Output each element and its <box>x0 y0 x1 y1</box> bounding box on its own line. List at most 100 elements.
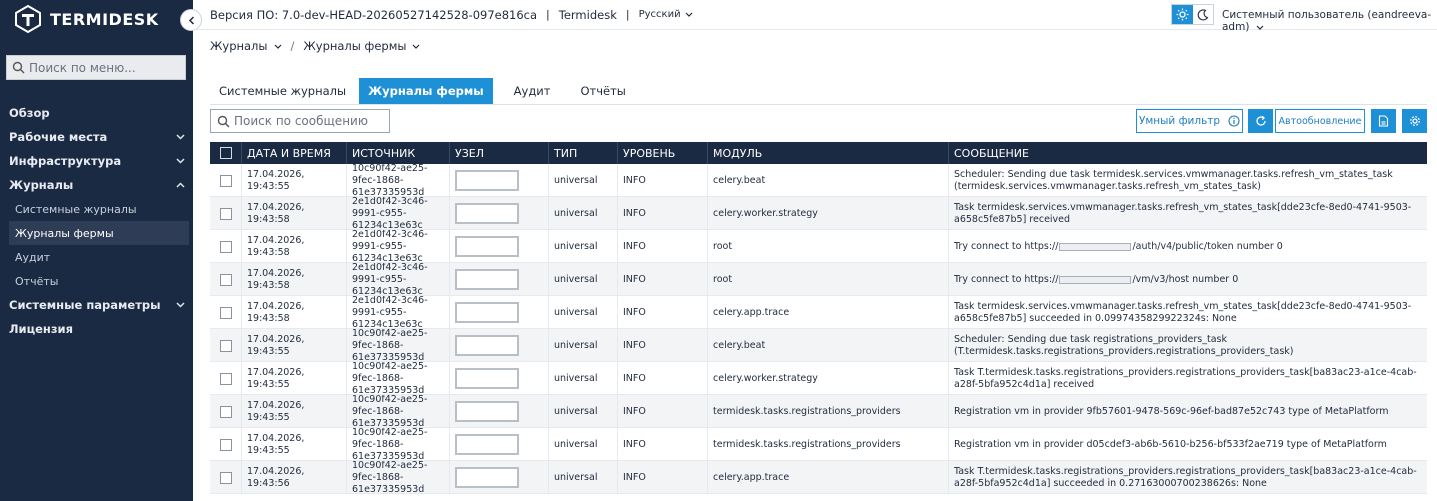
table-header: ДАТА И ВРЕМЯ ИСТОЧНИК УЗЕЛ ТИП УРОВЕНЬ М… <box>210 142 1427 164</box>
message-search-input[interactable] <box>234 114 384 128</box>
moon-icon <box>1197 8 1209 20</box>
cell-node <box>450 461 549 494</box>
chevron-left-icon <box>188 15 194 25</box>
sidebar-item-label: Лицензия <box>9 322 74 336</box>
breadcrumb-farm-logs[interactable]: Журналы фермы <box>303 39 420 53</box>
sidebar-subitem-label: Системные журналы <box>15 202 137 216</box>
select-all-checkbox[interactable] <box>219 147 232 159</box>
cell-module: celery.app.trace <box>708 296 949 329</box>
table-row[interactable]: 17.04.2026, 19:43:58 2e1d0f42-3c46-9991-… <box>210 263 1427 296</box>
sidebar-item-logs[interactable]: Журналы <box>0 173 193 197</box>
row-checkbox[interactable] <box>219 306 232 319</box>
sidebar-subitem-farm-logs[interactable]: Журналы фермы <box>9 221 189 245</box>
cell-source: 10c90f42-ae25-9fec-1868-61e37335953d <box>347 329 450 362</box>
cell-node <box>450 263 549 296</box>
logo-text: TERMIDESK <box>50 9 159 29</box>
row-checkbox[interactable] <box>219 240 232 253</box>
product-name: Termidesk <box>558 7 617 22</box>
cell-type: universal <box>549 461 618 494</box>
menu-search[interactable] <box>6 55 186 80</box>
tab-farm-logs[interactable]: Журналы фермы <box>359 78 493 104</box>
column-header-module[interactable]: МОДУЛЬ <box>708 142 949 164</box>
tab-system-logs[interactable]: Системные журналы <box>210 78 355 104</box>
cell-message: Registration vm in provider 9fb57601-947… <box>954 405 1389 417</box>
smart-filter-button[interactable]: Умный фильтр <box>1136 109 1243 133</box>
cell-message: Try connect to https:// /vm/v3/host numb… <box>949 263 1427 296</box>
auto-refresh-button[interactable]: Автообновление <box>1275 109 1365 133</box>
cell-level: INFO <box>618 164 708 197</box>
breadcrumb-logs[interactable]: Журналы <box>210 39 282 53</box>
sidebar-item-overview[interactable]: Обзор <box>0 101 193 125</box>
divider: | <box>546 8 550 21</box>
dark-theme-button[interactable] <box>1193 5 1214 24</box>
column-header-node[interactable]: УЗЕЛ <box>450 142 549 164</box>
column-header-type[interactable]: ТИП <box>549 142 618 164</box>
settings-icon <box>1409 116 1420 126</box>
tab-audit[interactable]: Аудит <box>505 78 560 104</box>
message-search[interactable] <box>210 109 390 133</box>
cell-type: universal <box>549 197 618 230</box>
table-row[interactable]: 17.04.2026, 19:43:55 10c90f42-ae25-9fec-… <box>210 329 1427 362</box>
cell-level: INFO <box>618 362 708 395</box>
top-bar: Версия ПО: 7.0-dev-HEAD-20260527142528-0… <box>193 0 1437 33</box>
logo[interactable]: TERMIDESK <box>14 5 159 33</box>
sidebar-subitem-system-logs[interactable]: Системные журналы <box>9 197 189 221</box>
table-row[interactable]: 17.04.2026, 19:43:55 10c90f42-ae25-9fec-… <box>210 164 1427 197</box>
table-row[interactable]: 17.04.2026, 19:43:55 10c90f42-ae25-9fec-… <box>210 428 1427 461</box>
cell-level: INFO <box>618 263 708 296</box>
table-row[interactable]: 17.04.2026, 19:43:58 2e1d0f42-3c46-9991-… <box>210 197 1427 230</box>
sidebar-subitem-audit[interactable]: Аудит <box>9 245 189 269</box>
cell-node <box>450 428 549 461</box>
cell-type: universal <box>549 164 618 197</box>
table-row[interactable]: 17.04.2026, 19:43:55 10c90f42-ae25-9fec-… <box>210 395 1427 428</box>
column-header-source[interactable]: ИСТОЧНИК <box>347 142 450 164</box>
sidebar-item-label: Обзор <box>9 106 50 120</box>
export-button[interactable] <box>1371 109 1396 133</box>
chevron-down-icon <box>176 134 185 140</box>
cell-module: celery.app.trace <box>708 461 949 494</box>
language-select[interactable]: Русский <box>639 9 693 20</box>
cell-datetime: 17.04.2026, 19:43:55 <box>242 395 347 428</box>
chevron-down-icon <box>176 302 185 308</box>
table-row[interactable]: 17.04.2026, 19:43:58 2e1d0f42-3c46-9991-… <box>210 296 1427 329</box>
row-checkbox[interactable] <box>219 438 232 451</box>
theme-switch <box>1171 4 1214 25</box>
row-checkbox[interactable] <box>219 207 232 220</box>
cell-message: Scheduler: Sending due task termidesk.se… <box>954 168 1393 192</box>
sidebar-item-infrastructure[interactable]: Инфраструктура <box>0 149 193 173</box>
cell-source: 2e1d0f42-3c46-9991-c955-61234c13e63c <box>347 296 450 329</box>
row-checkbox[interactable] <box>219 174 232 187</box>
column-header-message[interactable]: СООБЩЕНИЕ <box>949 142 1427 164</box>
row-checkbox[interactable] <box>219 405 232 418</box>
row-select-cell <box>210 329 242 362</box>
row-checkbox[interactable] <box>219 471 232 484</box>
menu-search-input[interactable] <box>29 60 179 75</box>
cell-node <box>450 362 549 395</box>
row-select-cell <box>210 461 242 494</box>
column-header-datetime[interactable]: ДАТА И ВРЕМЯ <box>242 142 347 164</box>
collapse-sidebar-button[interactable] <box>180 9 202 31</box>
table-row[interactable]: 17.04.2026, 19:43:58 2e1d0f42-3c46-9991-… <box>210 230 1427 263</box>
sidebar-item-workplaces[interactable]: Рабочие места <box>0 125 193 149</box>
settings-button[interactable] <box>1402 109 1427 133</box>
breadcrumb-label: Журналы фермы <box>303 39 407 53</box>
row-checkbox[interactable] <box>219 372 232 385</box>
refresh-button[interactable] <box>1248 109 1273 133</box>
sidebar-subitem-reports[interactable]: Отчёты <box>9 269 189 293</box>
tab-reports[interactable]: Отчёты <box>571 78 634 104</box>
column-header-level[interactable]: УРОВЕНЬ <box>618 142 708 164</box>
cell-datetime: 17.04.2026, 19:43:58 <box>242 296 347 329</box>
sidebar-item-license[interactable]: Лицензия <box>0 317 193 341</box>
user-menu[interactable]: Системный пользователь (eandreeva-adm) <box>1222 9 1437 33</box>
row-checkbox[interactable] <box>219 339 232 352</box>
light-theme-button[interactable] <box>1172 5 1193 24</box>
table-row[interactable]: 17.04.2026, 19:43:55 10c90f42-ae25-9fec-… <box>210 362 1427 395</box>
redacted-host <box>1059 275 1132 284</box>
cell-type: universal <box>549 362 618 395</box>
cell-node <box>450 164 549 197</box>
table-row[interactable]: 17.04.2026, 19:43:56 10c90f42-ae25-9fec-… <box>210 461 1427 494</box>
row-checkbox[interactable] <box>219 273 232 286</box>
sidebar-item-system-settings[interactable]: Системные параметры <box>0 293 193 317</box>
sidebar-item-label: Системные параметры <box>9 298 161 312</box>
redacted-node <box>455 203 519 224</box>
